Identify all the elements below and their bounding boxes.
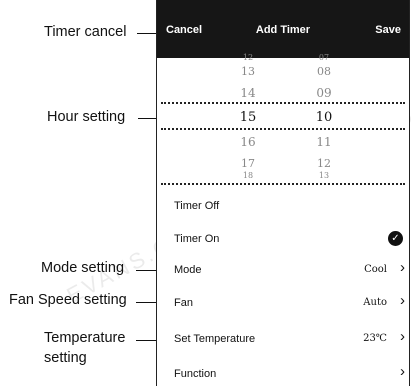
callout-line: [137, 33, 157, 34]
hour-option[interactable]: 12: [228, 53, 268, 62]
add-timer-panel: Cancel Add Timer Save 12 13 14 15 16 17 …: [156, 0, 410, 386]
hour-option[interactable]: 16: [228, 135, 268, 149]
callout-fan-speed-setting-text: Fan Speed setting: [9, 292, 127, 308]
picker-selection-bottom-line: [161, 128, 405, 130]
set-temperature-label: Set Temperature: [174, 333, 256, 345]
set-temperature-value: 23℃: [363, 333, 387, 344]
minute-option[interactable]: 11: [304, 135, 344, 149]
page-title: Add Timer: [255, 24, 311, 36]
chevron-right-icon: ›: [400, 259, 405, 276]
picker-selection-top-line: [161, 102, 405, 104]
hour-option[interactable]: 13: [228, 65, 268, 78]
checkmark-icon: ✓: [388, 231, 403, 246]
callout-hour-setting-text: Hour setting: [47, 109, 126, 125]
set-temperature-row[interactable]: Set Temperature 23℃ ›: [157, 325, 409, 353]
selected-minute[interactable]: 10: [304, 110, 344, 125]
header-bar: Cancel Add Timer Save: [157, 0, 409, 58]
timer-on-label: Timer On: [174, 233, 220, 245]
callout-timer-cancel-text: Timer cancel: [44, 24, 127, 40]
callout-temperature-setting-text-2: setting: [44, 350, 87, 366]
minute-option[interactable]: 12: [304, 157, 344, 170]
selected-hour[interactable]: 15: [228, 110, 268, 125]
function-row[interactable]: Function ›: [157, 360, 409, 386]
chevron-right-icon: ›: [400, 363, 405, 380]
chevron-right-icon: ›: [400, 292, 405, 309]
fan-label: Fan: [174, 297, 193, 309]
mode-label: Mode: [174, 264, 202, 276]
hour-option[interactable]: 17: [228, 157, 268, 170]
hour-option[interactable]: 14: [228, 86, 268, 100]
mode-row[interactable]: Mode Cool ›: [157, 256, 409, 284]
save-button[interactable]: Save: [375, 24, 401, 36]
minute-option[interactable]: 08: [304, 65, 344, 78]
minute-option[interactable]: 09: [304, 86, 344, 100]
picker-bottom-line: [161, 183, 405, 185]
fan-row[interactable]: Fan Auto ›: [157, 289, 409, 317]
timer-on-row[interactable]: Timer On ✓: [157, 225, 409, 253]
mode-value: Cool: [364, 264, 387, 275]
minute-option[interactable]: 13: [304, 171, 344, 180]
hour-option[interactable]: 18: [228, 171, 268, 180]
timer-off-label: Timer Off: [174, 200, 220, 212]
function-label: Function: [174, 368, 217, 380]
chevron-right-icon: ›: [400, 328, 405, 345]
callout-temperature-setting-text-1: Temperature: [44, 330, 126, 346]
callout-mode-setting-text: Mode setting: [41, 260, 125, 276]
time-picker[interactable]: 12 13 14 15 16 17 18 07 08 09 10 11 12 1…: [157, 53, 409, 188]
minute-option[interactable]: 07: [304, 53, 344, 62]
fan-value: Auto: [363, 297, 387, 308]
timer-off-row[interactable]: Timer Off: [157, 192, 409, 220]
